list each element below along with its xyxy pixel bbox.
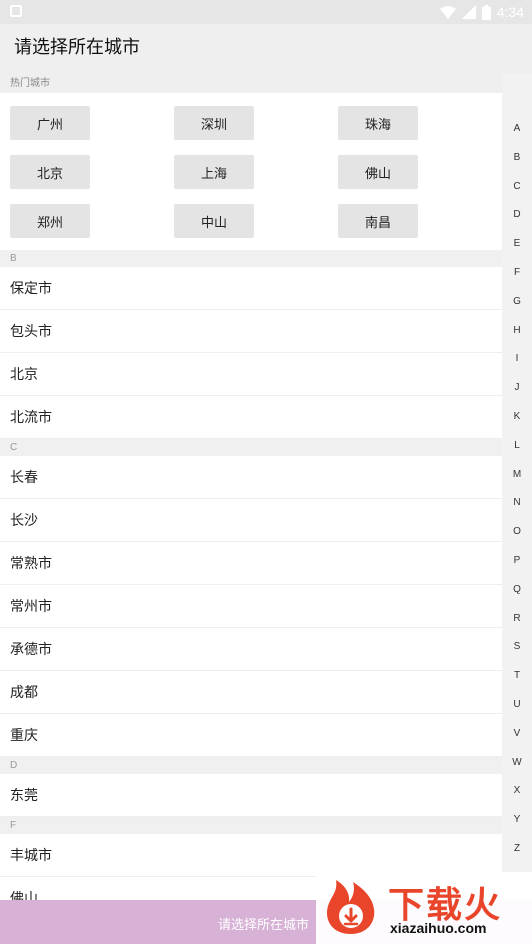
index-letter-a[interactable]: A [502,115,532,144]
index-letter-f[interactable]: F [502,259,532,288]
index-letter-d[interactable]: D [502,201,532,230]
bottom-bar-label: 请选择所在城市 [218,918,310,933]
index-letter-x[interactable]: X [502,777,532,806]
hot-city-button[interactable]: 北京 [10,155,90,189]
city-list-item[interactable]: 包头市 [0,310,502,353]
wifi-icon [439,5,456,19]
index-letter-b[interactable]: B [502,144,532,173]
city-list-item[interactable]: 北流市 [0,396,502,439]
index-letter-c[interactable]: C [502,173,532,202]
index-letter-i[interactable]: I [502,345,532,374]
city-list-item[interactable]: 重庆 [0,714,502,757]
city-list-item[interactable]: 成都 [0,671,502,714]
index-letter-p[interactable]: P [502,547,532,576]
index-letter-t[interactable]: T [502,662,532,691]
status-bar: 4:34 [0,0,532,24]
hot-city-button[interactable]: 上海 [174,155,254,189]
index-letter-y[interactable]: Y [502,806,532,835]
hot-city-button[interactable]: 郑州 [10,204,90,238]
hot-cities-grid: 广州 深圳 珠海北京 上海 佛山郑州 中山 南昌 [0,93,502,250]
city-list-item[interactable]: 常熟市 [0,542,502,585]
index-letter-m[interactable]: M [502,461,532,490]
hot-city-button[interactable]: 深圳 [174,106,254,140]
letter-header-d: D [0,757,502,774]
city-list-item[interactable]: 常州市 [0,585,502,628]
hot-city-button[interactable]: 珠海 [338,106,418,140]
letter-header-c: C [0,439,502,456]
city-list-item[interactable]: 长沙 [0,499,502,542]
status-icons: 4:34 [439,3,524,21]
alphabet-index-bar[interactable]: ABCDEFGHIJKLMNOPQRSTUVWXYZ [502,115,532,864]
index-letter-v[interactable]: V [502,720,532,749]
signal-icon [461,5,476,19]
hot-cities-header: 热门城市 [0,74,502,93]
hot-city-button[interactable]: 广州 [10,106,90,140]
hot-city-button[interactable]: 南昌 [338,204,418,238]
index-letter-n[interactable]: N [502,489,532,518]
index-letter-s[interactable]: S [502,633,532,662]
index-letter-e[interactable]: E [502,230,532,259]
index-letter-r[interactable]: R [502,605,532,634]
watermark: 下载火 xiazaihuo.com [316,872,532,944]
letter-header-b: B [0,250,502,267]
page-title: 请选择所在城市 [14,37,140,58]
city-list-item[interactable]: 保定市 [0,267,502,310]
index-letter-o[interactable]: O [502,518,532,547]
app-bar: 请选择所在城市 [0,24,532,74]
index-letter-h[interactable]: H [502,317,532,346]
city-list-item[interactable]: 东莞 [0,774,502,817]
city-list-item[interactable]: 北京 [0,353,502,396]
city-list-item[interactable]: 丰城市 [0,834,502,877]
flame-logo-icon [326,880,375,934]
index-letter-q[interactable]: Q [502,576,532,605]
battery-icon [481,4,491,20]
city-list-item[interactable]: 长春 [0,456,502,499]
index-letter-w[interactable]: W [502,749,532,778]
index-letter-u[interactable]: U [502,691,532,720]
index-letter-l[interactable]: L [502,432,532,461]
index-letter-j[interactable]: J [502,374,532,403]
index-letter-k[interactable]: K [502,403,532,432]
index-letter-g[interactable]: G [502,288,532,317]
index-letter-z[interactable]: Z [502,835,532,864]
city-list[interactable]: 热门城市 广州 深圳 珠海 北京 上海 佛山 郑州 中山 南昌 B 保定市 包头市 北京 北流市 C 长春长… [0,74,502,900]
status-time: 4:34 [496,4,524,20]
hot-city-button[interactable]: 佛山 [338,155,418,189]
letter-header-f: F [0,817,502,834]
city-groups: B 保定市 包头市 北京 北流市 C 长春 长沙 常熟市 常州市 承德市 成都 重庆 D 东莞 F 丰城市 佛山 [0,250,502,900]
notification-icon [10,5,22,17]
watermark-domain: xiazaihuo.com [390,920,487,936]
hot-city-button[interactable]: 中山 [174,204,254,238]
city-list-item[interactable]: 承德市 [0,628,502,671]
